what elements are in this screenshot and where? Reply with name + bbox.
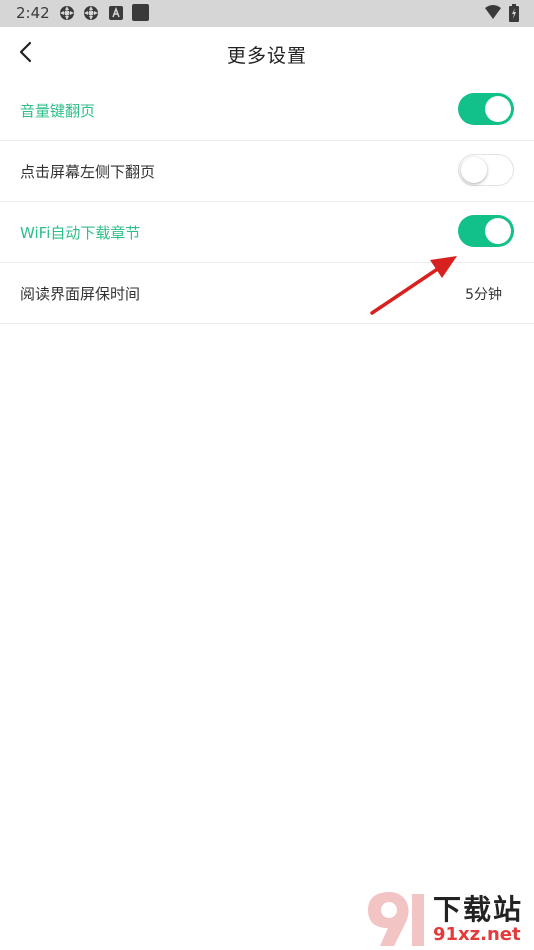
settings-sync-icon <box>83 5 99 21</box>
battery-charging-icon <box>509 4 519 26</box>
watermark-text: 下载站 <box>433 893 524 926</box>
toggle-knob <box>485 96 511 122</box>
setting-label: 阅读界面屏保时间 <box>20 285 141 303</box>
annotation-arrow-icon <box>370 256 457 315</box>
watermark-url: 91xz.net <box>433 924 521 945</box>
setting-tap-left-page-down[interactable]: 点击屏幕左侧下翻页 <box>0 141 534 202</box>
status-time: 2:42 <box>16 4 50 22</box>
screensaver-time-value: 5分钟 <box>465 287 502 303</box>
settings-sync-icon <box>59 5 75 21</box>
status-bar: 2:42 <box>0 0 534 27</box>
logo-mark-icon <box>368 892 424 946</box>
wifi-auto-download-toggle[interactable] <box>458 215 514 247</box>
volume-key-toggle[interactable] <box>458 93 514 125</box>
wifi-icon <box>484 4 502 24</box>
page-title: 更多设置 <box>226 45 307 67</box>
toggle-knob <box>461 156 487 183</box>
square-icon <box>132 4 149 21</box>
setting-label: WiFi自动下载章节 <box>20 224 141 242</box>
toggle-knob <box>485 218 511 244</box>
watermark-logo: 下载站 91xz.net <box>360 888 530 948</box>
setting-label: 音量键翻页 <box>20 102 96 120</box>
a-box-icon <box>109 5 125 21</box>
setting-volume-key-page-turn[interactable]: 音量键翻页 <box>0 80 534 141</box>
tap-left-toggle[interactable] <box>458 154 514 186</box>
setting-label: 点击屏幕左侧下翻页 <box>20 163 156 181</box>
app-bar: 更多设置 <box>0 27 534 80</box>
